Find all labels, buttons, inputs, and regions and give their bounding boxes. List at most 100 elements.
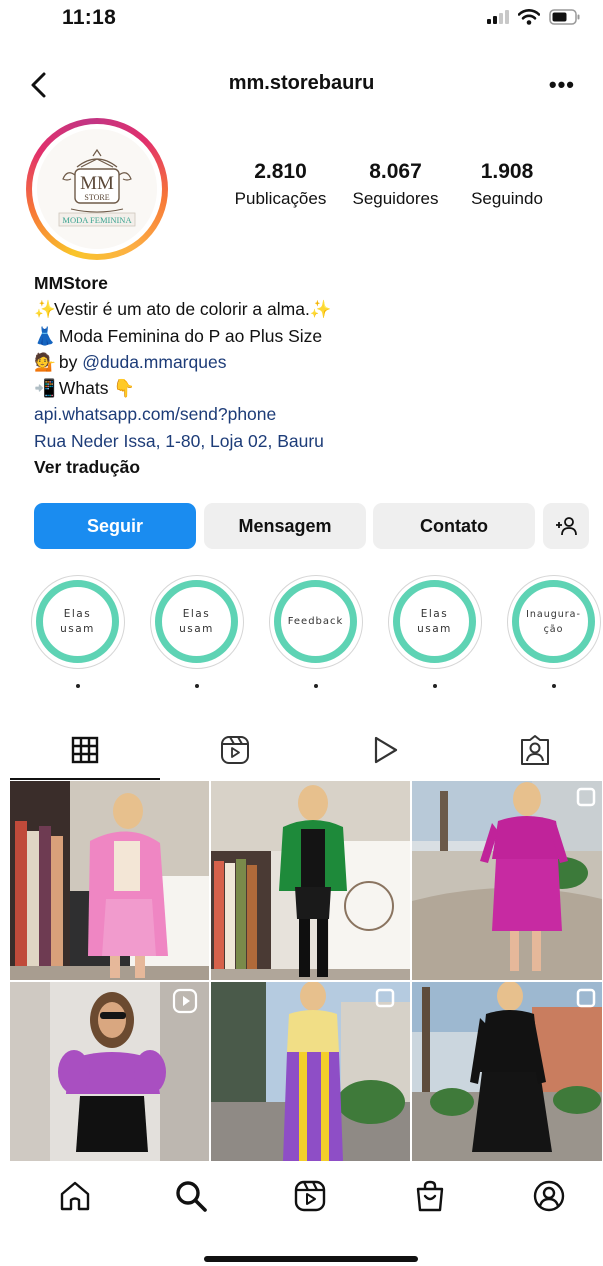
post-image — [412, 982, 602, 1161]
followers-label: Seguidores — [352, 189, 439, 208]
highlight-label-dot — [195, 684, 199, 688]
reels-icon — [294, 1180, 326, 1212]
see-translation-link[interactable]: Ver tradução — [34, 454, 574, 480]
post-thumbnail[interactable] — [10, 781, 209, 980]
tab-reels[interactable] — [215, 730, 255, 770]
highlight-title: Elas — [182, 607, 211, 620]
sparkles-icon: ✨ — [34, 299, 56, 320]
highlight-1[interactable]: Elas usam — [31, 575, 125, 669]
follow-button[interactable]: Seguir — [34, 503, 196, 549]
posts-grid — [10, 781, 602, 1161]
highlight-cover: Inaugura-ção — [512, 580, 595, 663]
highlight-5[interactable]: Inaugura-ção — [507, 575, 601, 669]
post-thumbnail[interactable] — [412, 781, 602, 980]
highlight-label-dot — [76, 684, 80, 688]
highlight-title: ção — [543, 623, 564, 635]
logo-monogram: MM — [80, 173, 114, 194]
highlight-title: Elas — [420, 607, 449, 620]
grid-icon — [71, 736, 99, 764]
nav-home[interactable] — [55, 1176, 95, 1216]
post-thumbnail[interactable] — [412, 982, 602, 1161]
highlight-title: Elas — [63, 607, 92, 620]
add-person-icon — [556, 517, 577, 536]
profile-icon — [533, 1180, 565, 1212]
message-button[interactable]: Mensagem — [204, 503, 366, 549]
status-icons — [487, 9, 581, 25]
pointing-down-icon: 👇 — [113, 378, 136, 399]
highlight-3[interactable]: Feedback — [269, 575, 363, 669]
nav-shop[interactable] — [410, 1176, 450, 1216]
profile-bio: MMStore ✨Vestir é um ato de colorir a al… — [34, 270, 574, 480]
highlight-cover: Feedback — [274, 580, 357, 663]
store-logo: MM STORE MODA FEMININA — [37, 129, 157, 249]
posts-label: Publicações — [234, 189, 327, 208]
highlight-cover: Elas usam — [155, 580, 238, 663]
suggested-accounts-button[interactable] — [543, 503, 589, 549]
bio-line-1: ✨Vestir é um ato de colorir a alma.✨ — [34, 296, 574, 322]
more-options-button[interactable]: ••• — [549, 72, 575, 98]
posts-stat[interactable]: 2.810 Publicações — [224, 160, 337, 209]
post-thumbnail[interactable] — [211, 781, 410, 980]
bio-whats: Whats — [58, 378, 109, 399]
post-image — [211, 982, 410, 1161]
reels-icon — [221, 736, 249, 764]
woman-icon: 💁 — [34, 351, 56, 372]
post-thumbnail[interactable] — [211, 982, 410, 1161]
avatar[interactable]: MM STORE MODA FEMININA — [37, 129, 157, 249]
bio-sizes: Moda Feminina do P ao Plus Size — [58, 325, 323, 346]
tab-posts-grid[interactable] — [65, 730, 105, 770]
post-image — [10, 982, 209, 1161]
logo-tagline: MODA FEMININA — [62, 215, 132, 225]
nav-search[interactable] — [171, 1176, 211, 1216]
highlight-2[interactable]: Elas usam — [150, 575, 244, 669]
following-label: Seguindo — [471, 189, 543, 208]
highlight-cover: Elas usam — [393, 580, 476, 663]
profile-stats: 2.810 Publicações 8.067 Seguidores 1.908… — [224, 160, 554, 209]
sparkles-icon: ✨ — [309, 299, 332, 320]
tab-tagged[interactable] — [515, 730, 555, 770]
highlight-label-dot — [314, 684, 318, 688]
battery-icon — [549, 9, 580, 25]
address-link[interactable]: Rua Neder Issa, 1-80, Loja 02, Bauru — [34, 428, 574, 454]
phone-icon: 📲 — [34, 378, 56, 399]
bio-line-3: 💁 by @duda.mmarques — [34, 349, 574, 375]
highlight-4[interactable]: Elas usam — [388, 575, 482, 669]
bio-line-2: 👗 Moda Feminina do P ao Plus Size — [34, 323, 574, 349]
bio-line-4: 📲 Whats 👇 — [34, 375, 574, 401]
post-image — [10, 781, 209, 980]
highlight-title: usam — [417, 622, 452, 635]
tagged-icon — [521, 735, 549, 765]
post-image — [412, 781, 602, 980]
profile-display-name: MMStore — [34, 273, 108, 293]
nav-reels[interactable] — [290, 1176, 330, 1216]
signal-icon — [487, 10, 509, 24]
search-icon — [176, 1181, 207, 1212]
status-time: 11:18 — [62, 6, 117, 29]
nav-profile[interactable] — [529, 1176, 569, 1216]
wifi-icon — [518, 9, 540, 25]
followers-count: 8.067 — [369, 160, 422, 183]
following-stat[interactable]: 1.908 Seguindo — [460, 160, 554, 209]
highlight-label-dot — [433, 684, 437, 688]
play-icon — [374, 736, 398, 764]
owner-mention-link[interactable]: @duda.mmarques — [82, 352, 226, 372]
post-thumbnail[interactable] — [10, 982, 209, 1161]
whatsapp-link[interactable]: api.whatsapp.com/send?phone — [34, 401, 574, 427]
contact-button[interactable]: Contato — [373, 503, 535, 549]
profile-username: mm.storebauru — [228, 72, 375, 94]
highlight-cover: Elas usam — [36, 580, 119, 663]
tab-videos[interactable] — [365, 730, 405, 770]
posts-count: 2.810 — [254, 160, 307, 183]
home-indicator — [204, 1256, 418, 1262]
post-image — [211, 781, 410, 980]
highlight-title: usam — [179, 622, 214, 635]
logo-store: STORE — [84, 193, 109, 202]
bio-quote: Vestir é um ato de colorir a alma. — [54, 299, 310, 320]
shop-bag-icon — [416, 1180, 444, 1212]
home-icon — [60, 1181, 90, 1211]
highlight-title: Inaugura- — [526, 608, 581, 620]
bio-by: by — [58, 351, 83, 372]
highlight-label-dot — [552, 684, 556, 688]
followers-stat[interactable]: 8.067 Seguidores — [337, 160, 454, 209]
dress-icon: 👗 — [34, 325, 56, 346]
